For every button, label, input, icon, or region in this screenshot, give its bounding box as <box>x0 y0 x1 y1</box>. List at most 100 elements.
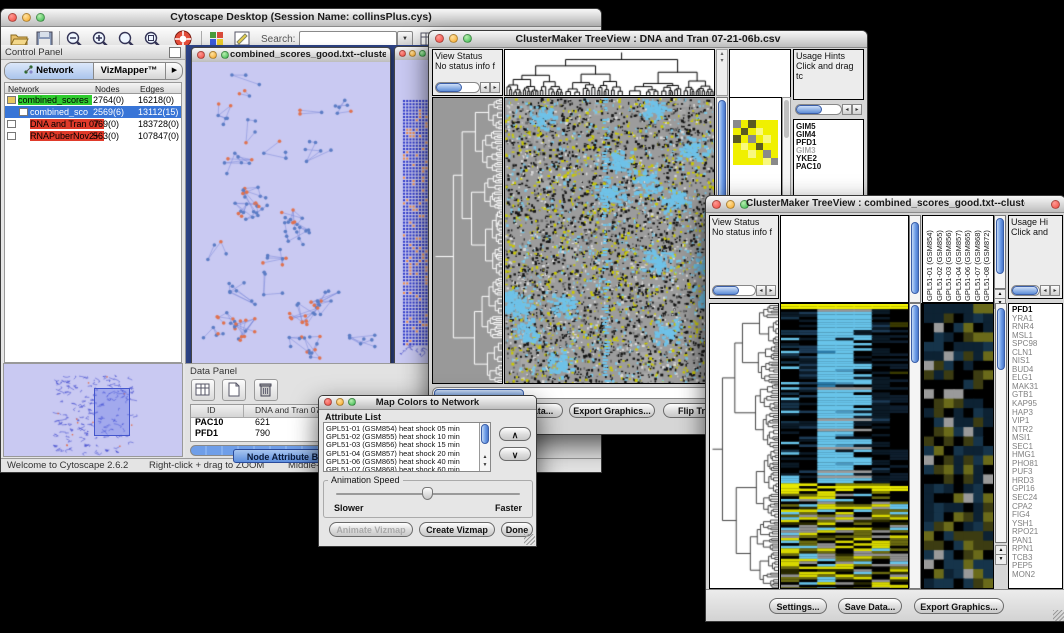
tab-network[interactable]: Network <box>5 63 94 79</box>
gpl-column-labels[interactable]: GPL51-01 (GSM854)GPL51-02 (GSM855)GPL51-… <box>923 216 993 301</box>
zoom-window-icon[interactable] <box>348 398 356 406</box>
tv2-vscroll-3[interactable] <box>909 303 921 589</box>
attribute-list-item[interactable]: GPL51-04 (GSM857) heat shock 20 min <box>326 449 477 457</box>
matrix-cell[interactable] <box>741 150 749 158</box>
matrix-cell[interactable] <box>733 135 741 143</box>
gene-label[interactable]: RPO21 <box>1012 527 1062 536</box>
matrix-cell[interactable] <box>756 128 764 136</box>
gpl-column-label[interactable]: GPL51-07 (GSM868) <box>973 217 983 301</box>
close-icon[interactable] <box>435 34 444 43</box>
speed-slider-thumb[interactable] <box>422 487 433 500</box>
gene-label[interactable]: VIP1 <box>1012 416 1062 425</box>
gene-label[interactable]: MSL1 <box>1012 331 1062 340</box>
tv2-scroll-arrows-2[interactable]: ▲ ▼ <box>995 545 1007 565</box>
gpl-column-label[interactable]: GPL51-06 (GSM865) <box>963 217 973 301</box>
network-canvas[interactable] <box>192 62 390 364</box>
matrix-cell[interactable] <box>741 135 749 143</box>
tv2-button-1[interactable]: Save Data... <box>838 598 902 614</box>
network-overview-panel[interactable] <box>3 363 183 457</box>
matrix-cell[interactable] <box>741 143 749 151</box>
network-view-titlebar[interactable]: combined_scores_good.txt--cluste... <box>192 48 390 63</box>
id-column-header[interactable]: ID <box>207 405 216 415</box>
matrix-cell[interactable] <box>748 128 756 136</box>
close-icon[interactable] <box>324 398 332 406</box>
matrix-cell[interactable] <box>733 150 741 158</box>
cytoscape-titlebar[interactable]: Cytoscape Desktop (Session Name: collins… <box>1 9 601 27</box>
network-row[interactable]: combined_scores2764(0)16218(0) <box>5 94 181 106</box>
attribute-listbox[interactable]: GPL51-01 (GSM854) heat shock 05 minGPL51… <box>323 422 491 472</box>
gene-label[interactable]: KAP95 <box>1012 399 1062 408</box>
gene-label[interactable]: RNR4 <box>1012 322 1062 331</box>
gene-label[interactable]: ELG1 <box>1012 373 1062 382</box>
col-nodes[interactable]: Nodes <box>95 84 120 94</box>
tv2-heatmap[interactable] <box>780 303 909 589</box>
matrix-cell[interactable] <box>763 120 771 128</box>
zoom-window-icon[interactable] <box>221 51 229 59</box>
new-attribute-icon[interactable] <box>222 379 246 401</box>
gene-label[interactable]: NIS1 <box>1012 356 1062 365</box>
matrix-cell[interactable] <box>763 135 771 143</box>
network-row[interactable]: RNAPuberNov2+563(0)107847(0) <box>5 130 181 142</box>
matrix-cell[interactable] <box>756 135 764 143</box>
col-edges[interactable]: Edges <box>140 84 164 94</box>
matrix-cell[interactable] <box>763 143 771 151</box>
gene-label[interactable]: FIG4 <box>1012 510 1062 519</box>
network-row[interactable]: combined_sco2569(6)13112(15) <box>5 106 181 118</box>
usage-hints-scrollbar[interactable]: ◂▸ <box>1011 285 1060 296</box>
close-icon[interactable] <box>197 51 205 59</box>
view-status-scrollbar[interactable]: ◂▸ <box>712 285 776 296</box>
minimize-icon[interactable] <box>22 13 31 22</box>
gene-label[interactable]: PUF3 <box>1012 467 1062 476</box>
view-status-scrollbar[interactable]: ◂▸ <box>435 82 500 93</box>
matrix-cell[interactable] <box>771 158 779 166</box>
gene-label[interactable]: GTB1 <box>1012 390 1062 399</box>
matrix-cell[interactable] <box>763 128 771 136</box>
matrix-cell[interactable] <box>733 143 741 151</box>
minimize-icon[interactable] <box>726 200 735 209</box>
zoom-window-icon[interactable] <box>419 50 426 57</box>
row-label[interactable]: GIM5 <box>796 122 863 130</box>
row-label[interactable]: YKE2 <box>796 154 863 162</box>
matrix-cell[interactable] <box>763 150 771 158</box>
move-up-button[interactable]: ∧ <box>499 427 531 441</box>
attribute-list-item[interactable]: GPL51-03 (GSM856) heat shock 15 min <box>326 440 477 448</box>
similarity-matrix[interactable] <box>733 120 778 165</box>
animate-vizmap-button[interactable]: Animate Vizmap <box>329 522 413 537</box>
tv2-vscroll-4[interactable] <box>995 303 1007 543</box>
tv1-button-1[interactable]: Export Graphics... <box>569 403 655 418</box>
close-icon[interactable] <box>399 50 406 57</box>
matrix-cell[interactable] <box>756 120 764 128</box>
gene-label[interactable]: CPA2 <box>1012 502 1062 511</box>
gene-label[interactable]: YSH1 <box>1012 519 1062 528</box>
attribute-list-item[interactable]: GPL51-02 (GSM855) heat shock 10 min <box>326 432 477 440</box>
tv2-vscroll-1[interactable] <box>909 215 921 303</box>
row-label[interactable]: GIM4 <box>796 130 863 138</box>
tv2-column-dendrogram[interactable] <box>780 215 909 303</box>
gene-label[interactable]: MAK31 <box>1012 382 1062 391</box>
tv1-column-dendrogram[interactable] <box>504 49 715 96</box>
matrix-cell[interactable] <box>756 143 764 151</box>
row-label[interactable]: PAC10 <box>796 162 863 170</box>
gene-label[interactable]: TCB3 <box>1012 553 1062 562</box>
matrix-cell[interactable] <box>733 128 741 136</box>
tv2-row-dendrogram[interactable] <box>709 303 779 589</box>
overview-viewport-rect[interactable] <box>94 388 130 436</box>
minimize-icon[interactable] <box>449 34 458 43</box>
gene-label[interactable]: SEC1 <box>1012 442 1062 451</box>
row-label[interactable]: PFD1 <box>796 138 863 146</box>
resize-grip[interactable] <box>1053 610 1064 621</box>
tab-overflow-arrow[interactable]: ▶ <box>165 63 183 79</box>
matrix-cell[interactable] <box>771 128 779 136</box>
map-dialog-titlebar[interactable]: Map Colors to Network <box>319 396 536 410</box>
attribute-list-item[interactable]: GPL51-01 (GSM854) heat shock 05 min <box>326 424 477 432</box>
gene-label[interactable]: RPN1 <box>1012 544 1062 553</box>
matrix-cell[interactable] <box>748 120 756 128</box>
matrix-cell[interactable] <box>771 120 779 128</box>
tv2-button-2[interactable]: Export Graphics... <box>914 598 1004 614</box>
minimize-icon[interactable] <box>409 50 416 57</box>
gene-label[interactable]: SEC24 <box>1012 493 1062 502</box>
gene-label[interactable]: SPC98 <box>1012 339 1062 348</box>
close-icon[interactable] <box>712 200 721 209</box>
minimize-icon[interactable] <box>336 398 344 406</box>
create-vizmap-button[interactable]: Create Vizmap <box>419 522 495 537</box>
